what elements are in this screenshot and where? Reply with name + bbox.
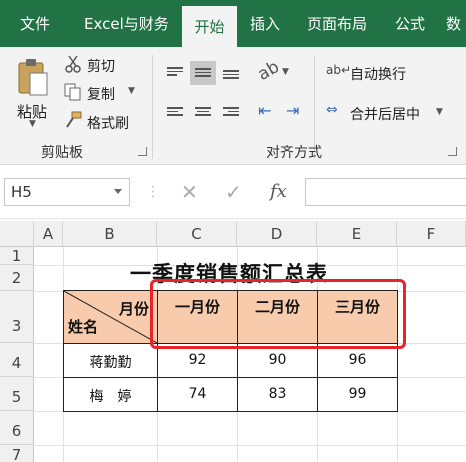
cell-b3-diagonal-header[interactable]: 月份 姓名 xyxy=(63,290,158,344)
row-header-3[interactable]: 3 xyxy=(0,291,34,343)
column-header-f[interactable]: F xyxy=(397,221,466,247)
cut-button[interactable]: 剪切 xyxy=(87,56,115,76)
cell-b5-name[interactable]: 梅 婷 xyxy=(63,377,158,412)
tab-excel-finance[interactable]: Excel与财务 xyxy=(84,0,169,47)
format-painter-icon xyxy=(66,111,82,128)
gridline xyxy=(34,445,466,446)
excel-window: 文件 Excel与财务 开始 插入 页面布局 公式 数 粘贴 ▼ 剪切 复制 ▼ xyxy=(0,0,466,462)
row-header-2[interactable]: 2 xyxy=(0,265,34,291)
align-center-button[interactable] xyxy=(190,101,216,125)
wrap-text-button[interactable]: 自动换行 xyxy=(350,64,406,84)
align-bottom-button[interactable] xyxy=(218,61,244,85)
row-header-4[interactable]: 4 xyxy=(0,343,34,377)
sales-value: 90 xyxy=(268,352,287,368)
copy-button[interactable]: 复制 xyxy=(87,84,115,104)
orientation-icon[interactable]: ab xyxy=(254,57,282,85)
clipboard-group-label: 剪贴板 xyxy=(41,145,83,161)
sales-value: 96 xyxy=(348,352,367,368)
sales-value: 92 xyxy=(188,352,207,368)
merge-center-button[interactable]: 合并后居中 xyxy=(350,104,420,124)
copy-dropdown-icon[interactable]: ▼ xyxy=(128,86,135,96)
sales-value: 83 xyxy=(268,386,287,402)
name-box-value: H5 xyxy=(11,183,32,201)
tab-formulas[interactable]: 公式 xyxy=(395,0,425,47)
copy-icon xyxy=(64,83,81,101)
row-header-1[interactable]: 1 xyxy=(0,247,34,265)
align-middle-button[interactable] xyxy=(190,61,216,85)
align-left-button[interactable] xyxy=(162,101,188,125)
insert-function-icon[interactable]: fx xyxy=(270,178,287,206)
clipboard-launcher-icon[interactable] xyxy=(138,147,147,156)
cancel-icon[interactable]: ✕ xyxy=(181,178,198,206)
column-header-c[interactable]: C xyxy=(157,221,237,247)
ribbon-home: 粘贴 ▼ 剪切 复制 ▼ 格式刷 剪贴板 ab ▼ ⇤ ⇥ ab↵ 自动换行 ⇔… xyxy=(0,47,466,165)
name-box[interactable]: H5 xyxy=(4,178,130,206)
cell-b4-name[interactable]: 蒋勤勤 xyxy=(63,343,158,378)
cell-c5[interactable]: 74 xyxy=(157,377,238,412)
cell-d5[interactable]: 83 xyxy=(237,377,318,412)
tab-insert[interactable]: 插入 xyxy=(250,0,280,47)
formula-input[interactable] xyxy=(305,178,466,206)
orientation-dropdown-icon[interactable]: ▼ xyxy=(282,67,289,77)
merge-center-icon: ⇔ xyxy=(326,102,338,118)
row-header-5[interactable]: 5 xyxy=(0,377,34,411)
paste-dropdown-icon[interactable]: ▼ xyxy=(29,119,36,129)
highlight-annotation-box xyxy=(150,279,406,349)
align-top-button[interactable] xyxy=(162,61,188,85)
select-all-corner[interactable] xyxy=(0,221,34,247)
format-painter-button[interactable]: 格式刷 xyxy=(87,113,129,133)
increase-indent-icon[interactable]: ⇥ xyxy=(286,101,299,120)
formula-bar-grip-icon: ⋮ xyxy=(146,184,161,200)
name-value: 梅 婷 xyxy=(89,389,132,405)
column-header-a[interactable]: A xyxy=(34,221,63,247)
column-header-b[interactable]: B xyxy=(63,221,157,247)
paste-icon xyxy=(18,59,48,96)
name-box-dropdown-icon[interactable] xyxy=(114,189,122,194)
column-header-e[interactable]: E xyxy=(317,221,397,247)
wrap-text-icon: ab↵ xyxy=(326,63,352,77)
name-value: 蒋勤勤 xyxy=(89,355,132,371)
alignment-launcher-icon[interactable] xyxy=(448,147,457,156)
alignment-group-label: 对齐方式 xyxy=(266,145,322,161)
diag-bottom-label: 姓名 xyxy=(68,318,99,336)
ribbon-tab-bar: 文件 Excel与财务 开始 插入 页面布局 公式 数 xyxy=(0,0,466,47)
cell-e5[interactable]: 99 xyxy=(317,377,398,412)
enter-check-icon[interactable]: ✓ xyxy=(225,178,242,206)
ribbon-separator xyxy=(152,55,153,159)
paste-button[interactable]: 粘贴 ▼ xyxy=(10,53,56,133)
diag-top-label: 月份 xyxy=(118,300,149,318)
scissors-icon xyxy=(65,55,81,73)
sales-value: 74 xyxy=(188,386,207,402)
row-header-6[interactable]: 6 xyxy=(0,411,34,445)
align-right-button[interactable] xyxy=(218,101,244,125)
decrease-indent-icon[interactable]: ⇤ xyxy=(258,101,271,120)
tab-home[interactable]: 开始 xyxy=(182,4,237,47)
column-header-d[interactable]: D xyxy=(237,221,317,247)
tab-data[interactable]: 数 xyxy=(446,0,461,47)
tab-file[interactable]: 文件 xyxy=(20,0,50,47)
sales-value: 99 xyxy=(348,386,367,402)
merge-dropdown-icon[interactable]: ▼ xyxy=(436,107,443,117)
row-header-7[interactable]: 7 xyxy=(0,445,34,462)
tab-page-layout[interactable]: 页面布局 xyxy=(307,0,367,47)
